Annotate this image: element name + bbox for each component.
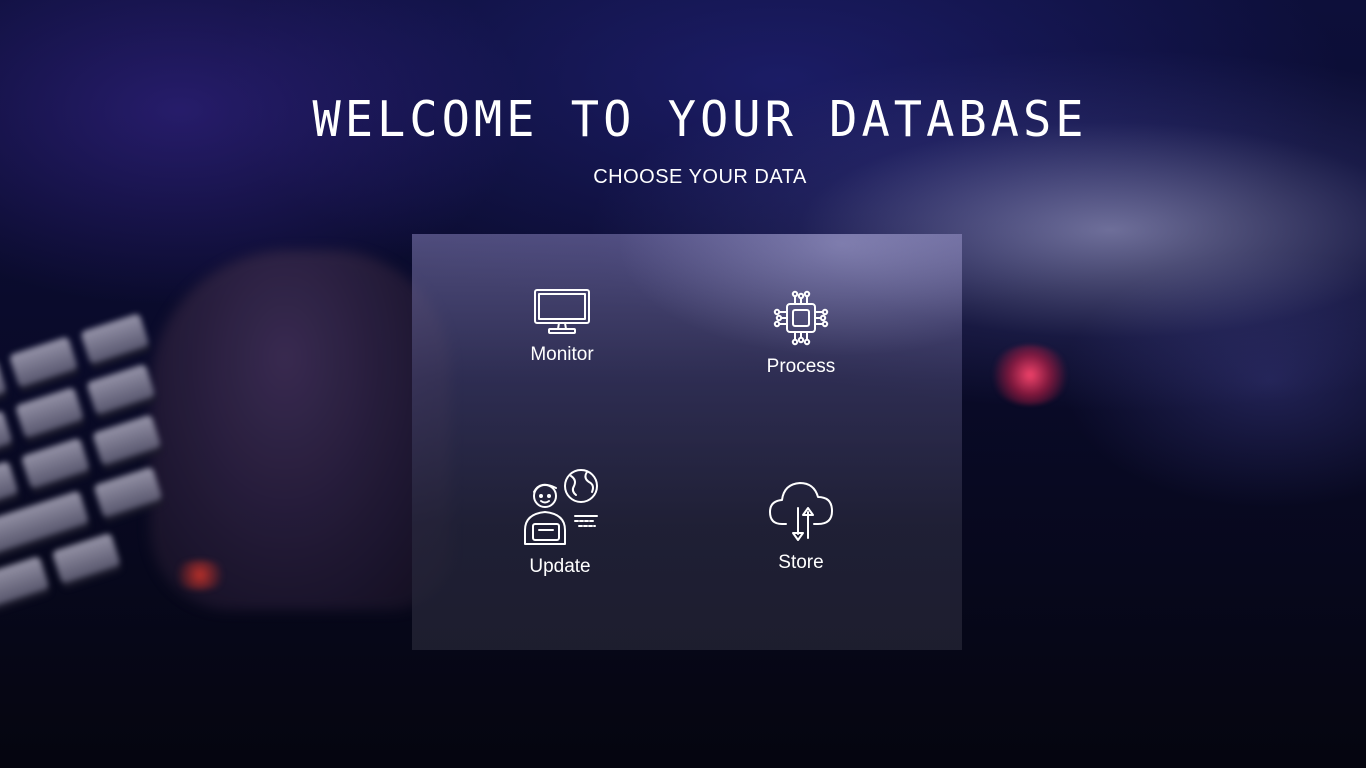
monitor-label: Monitor	[530, 344, 594, 365]
monitor-option[interactable]: Monitor	[482, 288, 642, 366]
background-photo: WELCOME TO YOUR DATABASE CHOOSE YOUR DAT…	[0, 0, 1366, 768]
red-light-decoration	[990, 345, 1070, 405]
cloud-transfer-icon	[721, 480, 881, 544]
cpu-chip-icon	[721, 288, 881, 348]
update-option[interactable]: Update	[480, 466, 640, 578]
red-light-decoration	[170, 560, 230, 590]
page-title: WELCOME TO YOUR DATABASE	[312, 90, 1088, 149]
process-label: Process	[766, 356, 836, 377]
process-option[interactable]: Process	[721, 288, 881, 378]
user-globe-icon	[480, 466, 640, 548]
store-option[interactable]: Store	[721, 480, 881, 574]
store-label: Store	[778, 552, 824, 573]
page-subtitle: CHOOSE YOUR DATA	[593, 166, 807, 188]
monitor-icon	[482, 288, 642, 336]
data-options-panel: Monitor Process Update Store	[412, 234, 962, 650]
update-label: Update	[529, 556, 591, 577]
